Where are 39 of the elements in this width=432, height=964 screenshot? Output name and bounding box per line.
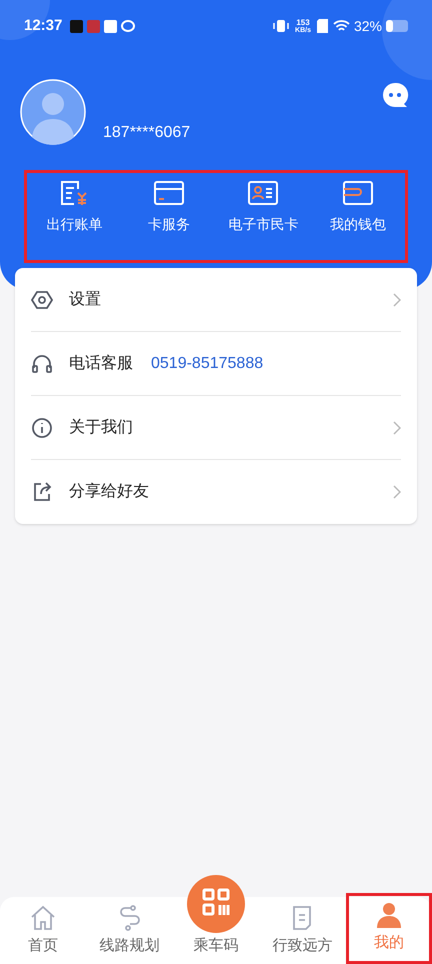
phone-number: 187****6067: [103, 123, 190, 143]
message-button[interactable]: [381, 81, 409, 109]
person-icon: [374, 900, 403, 928]
nav-tab[interactable]: 行致远方: [259, 897, 346, 964]
menu-item[interactable]: 设置: [31, 268, 401, 332]
wifi-icon: [332, 20, 350, 32]
nav-tab[interactable]: 首页: [0, 897, 86, 964]
avatar: [20, 79, 86, 145]
chat-bubble-icon: [381, 81, 409, 109]
quick-action[interactable]: 出行账单: [27, 180, 122, 260]
sim-icon: [316, 19, 328, 33]
app-notification-icon: [104, 20, 118, 32]
vibrate-icon: [273, 19, 290, 33]
app-notification-icon: [121, 20, 136, 32]
quick-action[interactable]: 卡服务: [122, 180, 216, 260]
settings-icon: [31, 288, 53, 310]
bill-icon: [59, 180, 90, 206]
menu-item[interactable]: 分享给好友: [31, 460, 401, 524]
share-icon: [31, 481, 53, 503]
info-icon: [31, 416, 53, 438]
phone-link[interactable]: 0519-85175888: [151, 352, 264, 376]
headset-icon: [31, 352, 53, 374]
menu-item[interactable]: 电话客服 0519-85175888: [31, 332, 401, 396]
id-card-icon: [248, 180, 278, 206]
battery-percent: 32%: [354, 16, 382, 36]
battery-icon: [386, 20, 408, 32]
status-time: 12:37: [24, 16, 62, 36]
quick-action[interactable]: 我的钱包: [310, 180, 405, 260]
network-speed-value: 153: [296, 18, 310, 26]
card-icon: [154, 180, 184, 206]
quick-action[interactable]: 电子市民卡: [216, 180, 310, 260]
app-notification-icon: [70, 20, 84, 32]
nav-tab[interactable]: 线路规划: [86, 897, 173, 964]
menu-item[interactable]: 关于我们: [31, 396, 401, 460]
wallet-icon: [342, 180, 373, 206]
app-notification-icon: [87, 20, 100, 32]
nav-tab[interactable]: 乘车码: [172, 867, 260, 964]
home-icon: [29, 904, 58, 932]
nav-tab[interactable]: 我的: [346, 893, 432, 964]
